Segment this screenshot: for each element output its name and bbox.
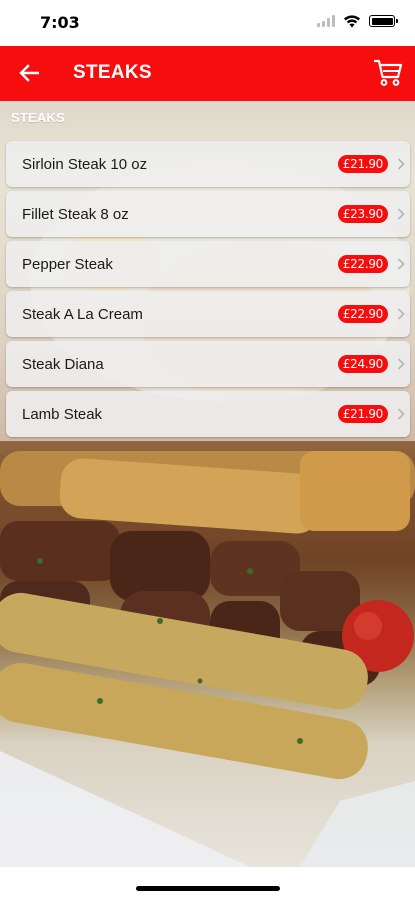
- wifi-icon: [344, 15, 360, 28]
- price-badge: £22.90: [337, 255, 388, 273]
- section-title: STEAKS: [11, 110, 65, 125]
- menu-item[interactable]: Pepper Steak £22.90: [6, 241, 410, 287]
- page-title: STEAKS: [73, 62, 152, 83]
- menu-item[interactable]: Lamb Steak £21.90: [6, 391, 410, 437]
- chevron-right-icon: [397, 208, 405, 220]
- status-time: 7:03: [40, 13, 80, 32]
- chevron-right-icon: [397, 258, 405, 270]
- chevron-right-icon: [397, 408, 405, 420]
- status-bar: 7:03: [0, 0, 415, 46]
- menu-list: Sirloin Steak 10 oz £21.90 Fillet Steak …: [6, 141, 410, 441]
- menu-item-name: Steak A La Cream: [22, 305, 143, 323]
- back-button[interactable]: [14, 58, 44, 88]
- price-badge: £21.90: [337, 405, 388, 423]
- chevron-right-icon: [397, 158, 405, 170]
- menu-item[interactable]: Sirloin Steak 10 oz £21.90: [6, 141, 410, 187]
- cart-icon: [374, 59, 403, 86]
- price-badge: £23.90: [337, 205, 388, 223]
- price-badge: £21.90: [337, 155, 388, 173]
- signal-icon: [317, 15, 335, 27]
- menu-item-name: Steak Diana: [22, 355, 104, 373]
- menu-item[interactable]: Fillet Steak 8 oz £23.90: [6, 191, 410, 237]
- price-badge: £24.90: [337, 355, 388, 373]
- price-badge: £22.90: [337, 305, 388, 323]
- home-indicator[interactable]: [136, 886, 280, 891]
- menu-item-name: Sirloin Steak 10 oz: [22, 155, 148, 173]
- menu-item-name: Lamb Steak: [22, 405, 103, 423]
- bottom-bar: [0, 867, 415, 900]
- battery-icon: [369, 15, 398, 27]
- menu-content[interactable]: STEAKS Sirloin Steak 10 oz £21.90 Fillet…: [0, 101, 415, 867]
- arrow-left-icon: [19, 64, 39, 82]
- chevron-right-icon: [397, 358, 405, 370]
- menu-item-name: Fillet Steak 8 oz: [22, 205, 129, 223]
- menu-item[interactable]: Steak Diana £24.90: [6, 341, 410, 387]
- status-icons: [317, 14, 398, 28]
- app-bar: STEAKS: [0, 46, 415, 101]
- chevron-right-icon: [397, 308, 405, 320]
- cart-button[interactable]: [371, 57, 405, 89]
- menu-item-name: Pepper Steak: [22, 255, 113, 273]
- menu-item[interactable]: Steak A La Cream £22.90: [6, 291, 410, 337]
